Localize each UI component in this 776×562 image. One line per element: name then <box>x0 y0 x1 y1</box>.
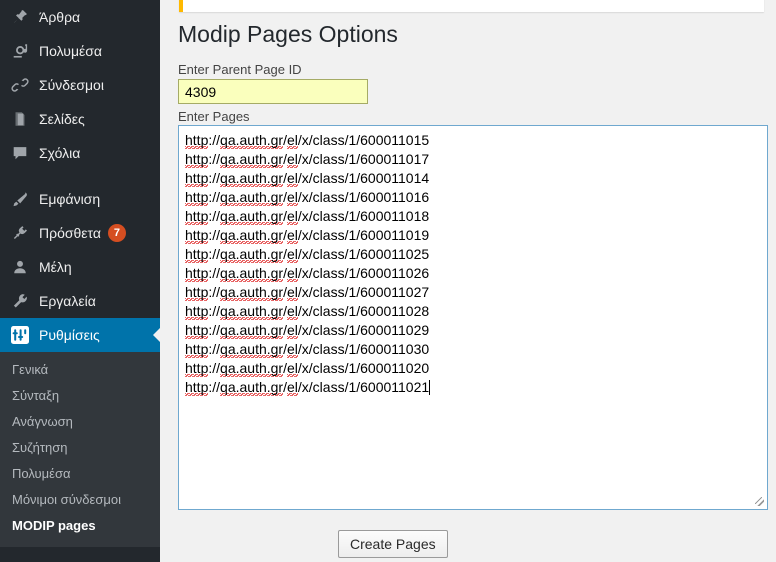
sidebar-item-label: Εμφάνιση <box>39 191 101 207</box>
textarea-resize-handle[interactable] <box>753 495 765 507</box>
submenu-item-permalinks[interactable]: Μόνιμοι σύνδεσμοι <box>0 487 160 513</box>
link-icon <box>10 75 30 95</box>
sidebar-item-label: Ρυθμίσεις <box>39 327 100 343</box>
page-url-line: http://qa.auth.gr/el/x/class/1/600011016 <box>185 189 430 206</box>
settings-icon <box>10 325 30 345</box>
sidebar-item-comments[interactable]: Σχόλια <box>0 136 160 170</box>
sidebar-item-label: Σύνδεσμοι <box>39 77 104 93</box>
page-url-line: http://qa.auth.gr/el/x/class/1/600011025 <box>185 246 430 263</box>
admin-sidebar: Άρθρα Πολυμέσα Σύνδεσμοι Σελίδες Σχόλια Εμφάν… <box>0 0 160 562</box>
submenu-item-general[interactable]: Γενικά <box>0 357 160 383</box>
page-url-line: http://qa.auth.gr/el/x/class/1/600011021 <box>185 379 431 396</box>
appearance-icon <box>10 189 30 209</box>
parent-page-id-input[interactable] <box>178 79 368 104</box>
submenu-item-modip-pages[interactable]: MODIP pages <box>0 513 160 539</box>
page-url-line: http://qa.auth.gr/el/x/class/1/600011019 <box>185 227 430 244</box>
submenu-item-discussion[interactable]: Συζήτηση <box>0 435 160 461</box>
parent-page-id-label: Enter Parent Page ID <box>178 62 302 77</box>
page-title: Modip Pages Options <box>178 21 398 47</box>
sidebar-item-links[interactable]: Σύνδεσμοι <box>0 68 160 102</box>
main-content: Modip Pages Options Enter Parent Page ID… <box>160 0 776 562</box>
page-url-line: http://qa.auth.gr/el/x/class/1/600011028 <box>185 303 430 320</box>
media-icon <box>10 41 30 61</box>
current-menu-arrow-icon <box>153 327 160 343</box>
page-url-line: http://qa.auth.gr/el/x/class/1/600011020 <box>185 360 430 377</box>
page-url-line: http://qa.auth.gr/el/x/class/1/600011018 <box>185 208 430 225</box>
page-url-line: http://qa.auth.gr/el/x/class/1/600011026 <box>185 265 430 282</box>
page-url-line: http://qa.auth.gr/el/x/class/1/600011027 <box>185 284 430 301</box>
enter-pages-textarea[interactable]: http://qa.auth.gr/el/x/class/1/600011015… <box>178 125 768 510</box>
page-url-line: http://qa.auth.gr/el/x/class/1/600011029 <box>185 322 430 339</box>
sidebar-item-appearance[interactable]: Εμφάνιση <box>0 182 160 216</box>
sidebar-menu: Άρθρα Πολυμέσα Σύνδεσμοι Σελίδες Σχόλια Εμφάν… <box>0 0 160 352</box>
update-count-badge: 7 <box>107 224 126 242</box>
sidebar-item-label: Άρθρα <box>39 9 81 25</box>
page-url-line: http://qa.auth.gr/el/x/class/1/600011017 <box>185 151 430 168</box>
sidebar-item-settings[interactable]: Ρυθμίσεις <box>0 318 160 352</box>
pin-icon <box>10 7 30 27</box>
sidebar-item-label: Σχόλια <box>39 145 81 161</box>
pages-textarea-content: http://qa.auth.gr/el/x/class/1/600011015… <box>179 126 767 397</box>
settings-submenu: Γενικά Σύνταξη Ανάγνωση Συζήτηση Πολυμέσα Μόν… <box>0 352 160 547</box>
submenu-item-reading[interactable]: Ανάγνωση <box>0 409 160 435</box>
sidebar-item-label: Πρόσθετα <box>39 225 101 241</box>
comment-icon <box>10 143 30 163</box>
sidebar-item-plugins[interactable]: Πρόσθετα 7 <box>0 216 160 250</box>
page-url-line: http://qa.auth.gr/el/x/class/1/600011015 <box>185 132 430 149</box>
text-cursor <box>429 380 431 395</box>
sidebar-item-label: Πολυμέσα <box>39 43 102 59</box>
sidebar-item-posts[interactable]: Άρθρα <box>0 0 160 34</box>
sidebar-item-pages[interactable]: Σελίδες <box>0 102 160 136</box>
sidebar-separator <box>0 170 160 182</box>
page-url-line: http://qa.auth.gr/el/x/class/1/600011014 <box>185 170 430 187</box>
sidebar-item-label: Σελίδες <box>39 111 85 127</box>
create-pages-button[interactable]: Create Pages <box>338 530 448 558</box>
users-icon <box>10 257 30 277</box>
page-url-line: http://qa.auth.gr/el/x/class/1/600011030 <box>185 341 430 358</box>
plugins-icon <box>10 223 30 243</box>
submenu-item-media[interactable]: Πολυμέσα <box>0 461 160 487</box>
sidebar-item-users[interactable]: Μέλη <box>0 250 160 284</box>
admin-screen: Άρθρα Πολυμέσα Σύνδεσμοι Σελίδες Σχόλια Εμφάν… <box>0 0 776 562</box>
pages-icon <box>10 109 30 129</box>
sidebar-item-label: Εργαλεία <box>39 293 96 309</box>
sidebar-item-label: Μέλη <box>39 259 72 275</box>
sidebar-item-media[interactable]: Πολυμέσα <box>0 34 160 68</box>
tools-icon <box>10 291 30 311</box>
submenu-item-writing[interactable]: Σύνταξη <box>0 383 160 409</box>
enter-pages-label: Enter Pages <box>178 109 250 124</box>
sidebar-item-tools[interactable]: Εργαλεία <box>0 284 160 318</box>
admin-notice <box>179 0 764 12</box>
